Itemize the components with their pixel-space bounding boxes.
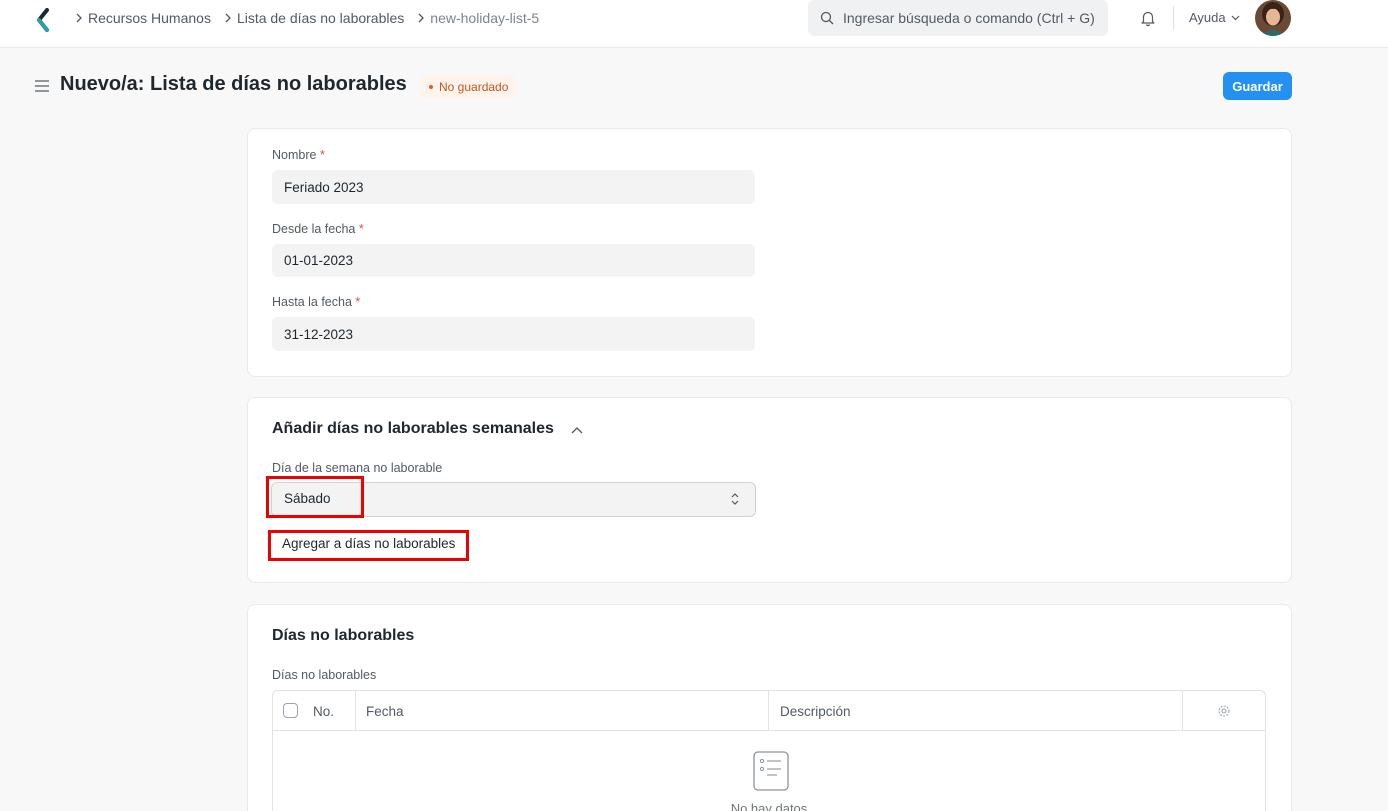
gear-icon[interactable]: [1217, 704, 1231, 718]
search-bar[interactable]: Ingresar búsqueda o comando (Ctrl + G): [808, 0, 1108, 36]
holidays-section-title: Días no laborables: [272, 627, 415, 644]
user-avatar[interactable]: [1255, 0, 1291, 36]
breadcrumb-recursos-humanos[interactable]: Recursos Humanos: [88, 10, 211, 26]
desde-label-text: Desde la fecha: [272, 222, 356, 236]
help-label: Ayuda: [1189, 10, 1226, 25]
navbar-divider: [1173, 6, 1174, 30]
required-mark: *: [319, 148, 325, 162]
save-button[interactable]: Guardar: [1223, 72, 1292, 100]
hasta-label-text: Hasta la fecha: [272, 295, 352, 309]
highlight-add-button: [268, 530, 469, 561]
weekly-section-title[interactable]: Añadir días no laborables semanales: [272, 420, 554, 438]
search-icon: [820, 11, 834, 25]
select-arrows-icon: [731, 493, 739, 505]
nombre-label-text: Nombre: [272, 148, 317, 162]
status-dot: [429, 85, 433, 89]
desde-fecha-field[interactable]: 01-01-2023: [272, 244, 755, 277]
chevron-right-icon: [412, 13, 430, 23]
table-header: No. Fecha Descripción: [273, 691, 1265, 731]
chevron-right-icon: [70, 13, 88, 23]
required-mark: *: [355, 295, 361, 309]
empty-list-icon: [753, 751, 789, 791]
hasta-fecha-field[interactable]: 31-12-2023: [272, 317, 755, 351]
weekday-label: Día de la semana no laborable: [272, 461, 443, 475]
breadcrumb-current-doc[interactable]: new-holiday-list-5: [430, 10, 539, 26]
search-placeholder: Ingresar búsqueda o comando (Ctrl + G): [843, 10, 1095, 26]
required-mark: *: [358, 222, 364, 236]
sidebar-toggle-icon[interactable]: [34, 79, 50, 93]
status-badge-label: No guardado: [439, 80, 509, 94]
nombre-label: Nombre *: [272, 148, 325, 162]
column-divider: [355, 691, 356, 731]
help-dropdown[interactable]: Ayuda: [1189, 10, 1240, 25]
top-navbar: Recursos Humanos Lista de días no labora…: [0, 0, 1388, 48]
empty-state-text: No hay datos: [730, 801, 808, 811]
app-logo-icon[interactable]: [36, 8, 52, 32]
status-badge: No guardado: [420, 76, 517, 98]
breadcrumb: Recursos Humanos Lista de días no labora…: [70, 0, 547, 36]
chevron-right-icon: [219, 13, 237, 23]
column-divider: [1182, 691, 1183, 731]
chevron-up-icon[interactable]: [571, 426, 583, 434]
chevron-down-icon: [1231, 15, 1240, 21]
select-all-checkbox[interactable]: [283, 703, 298, 718]
breadcrumb-holiday-list[interactable]: Lista de días no laborables: [237, 10, 404, 26]
highlight-weekday-value: [266, 476, 364, 518]
holidays-table-label: Días no laborables: [272, 668, 377, 682]
desde-label: Desde la fecha *: [272, 222, 364, 236]
nombre-field[interactable]: Feriado 2023: [272, 170, 755, 204]
column-header-descripcion: Descripción: [780, 703, 851, 719]
bell-icon[interactable]: [1139, 9, 1157, 27]
hasta-label: Hasta la fecha *: [272, 295, 360, 309]
column-header-no: No.: [313, 703, 335, 719]
column-divider: [768, 691, 769, 731]
page-title: Nuevo/a: Lista de días no laborables: [60, 73, 407, 95]
column-header-fecha: Fecha: [366, 703, 404, 719]
holidays-table: No. Fecha Descripción No hay datos: [272, 690, 1266, 811]
